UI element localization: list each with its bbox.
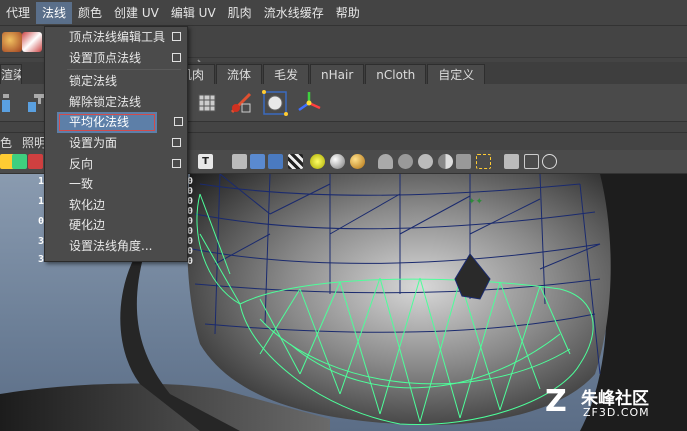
menu-item-lock-normals[interactable]: 锁定法线 — [45, 71, 187, 92]
option-box-icon[interactable] — [174, 117, 183, 127]
tab-nhair[interactable]: nHair — [310, 64, 365, 84]
paint-brush-icon[interactable] — [228, 90, 254, 116]
option-box-icon[interactable] — [172, 32, 181, 41]
tab-fluids[interactable]: 流体 — [216, 64, 263, 84]
wireframe-cube-icon[interactable] — [232, 154, 247, 169]
menu-create-uv[interactable]: 创建 UV — [108, 2, 165, 24]
menu-item-reverse[interactable]: 反向 — [45, 154, 187, 175]
depth-of-field-icon[interactable] — [456, 154, 471, 169]
option-box-icon[interactable] — [172, 137, 181, 147]
menu-item-label: 锁定法线 — [69, 74, 118, 89]
tab-ncloth[interactable]: nCloth — [365, 64, 427, 84]
menu-item-unlock-normals[interactable]: 解除锁定法线 — [45, 92, 187, 113]
share-icon[interactable] — [542, 154, 557, 169]
wireframe-on-shaded-icon[interactable] — [268, 154, 283, 169]
transform-manip-icon[interactable] — [262, 90, 288, 116]
menu-bar: 代理 法线 颜色 创建 UV 编辑 UV 肌肉 流水线缓存 帮助 — [0, 0, 687, 26]
magnet-icon[interactable] — [2, 32, 22, 52]
smooth-shade-icon[interactable] — [250, 154, 265, 169]
menu-item-label: 软化边 — [69, 197, 106, 212]
menu-muscle[interactable]: 肌肉 — [222, 2, 258, 24]
menu-help[interactable]: 帮助 — [330, 2, 366, 24]
xray-joints-icon[interactable] — [504, 154, 519, 169]
watermark-logo: Z — [545, 384, 567, 419]
text-icon[interactable]: T — [198, 154, 213, 169]
tab-rendering[interactable]: 渲染 — [0, 64, 22, 84]
menu-item-soften-edge[interactable]: 软化边 — [45, 195, 187, 216]
ambient-occlusion-icon[interactable] — [398, 154, 413, 169]
menu-item-set-vertex-normal[interactable]: 设置顶点法线 — [45, 48, 187, 69]
tab-fur[interactable]: 毛发 — [263, 64, 310, 84]
normals-dropdown-menu: 顶点法线编辑工具 设置顶点法线 锁定法线 解除锁定法线 平均化法线 设置为面 反… — [44, 26, 188, 262]
all-lights-icon[interactable] — [330, 154, 345, 169]
menu-item-conform[interactable]: 一致 — [45, 174, 187, 195]
menu-pipeline-cache[interactable]: 流水线缓存 — [258, 2, 330, 24]
menu-item-label: 平均化法线 — [69, 115, 130, 130]
move-axis-icon[interactable] — [296, 90, 322, 116]
menu-item-label: 一致 — [69, 177, 94, 192]
menu-item-label: 设置顶点法线 — [69, 50, 142, 65]
xray-icon[interactable] — [378, 154, 393, 169]
isolate-select-icon[interactable] — [476, 154, 491, 169]
menu-item-harden-edge[interactable]: 硬化边 — [45, 215, 187, 236]
bookmark-icon[interactable] — [28, 154, 43, 169]
menu-item-average-normals[interactable]: 平均化法线 — [57, 112, 183, 133]
menu-separator — [67, 69, 181, 71]
xray-components-icon[interactable] — [524, 154, 539, 169]
menu-normals[interactable]: 法线 — [36, 1, 73, 24]
panel-menu-shading[interactable]: 色 — [0, 134, 12, 151]
menu-item-vertex-normal-edit-tool[interactable]: 顶点法线编辑工具 — [45, 27, 187, 48]
menu-item-set-normal-angle[interactable]: 设置法线角度... — [45, 236, 187, 257]
texture-icon[interactable] — [288, 154, 303, 169]
tab-muscle[interactable]: 肌肉 — [185, 64, 215, 84]
menu-proxy[interactable]: 代理 — [0, 2, 36, 24]
menu-item-label: 反向 — [69, 156, 94, 171]
motion-blur-icon[interactable] — [418, 154, 433, 169]
option-box-icon[interactable] — [172, 158, 181, 168]
menu-color[interactable]: 颜色 — [72, 2, 108, 24]
menu-item-label: 设置法线角度... — [69, 238, 153, 253]
snap-icon[interactable] — [22, 32, 42, 52]
grid-cube-icon[interactable] — [194, 90, 220, 116]
default-light-icon[interactable] — [310, 154, 325, 169]
camera-attr-icon[interactable] — [12, 154, 27, 169]
multisample-icon[interactable] — [438, 154, 453, 169]
menu-item-label: 顶点法线编辑工具 — [69, 30, 166, 44]
menu-edit-uv[interactable]: 编辑 UV — [165, 2, 222, 24]
joint-tool-icon[interactable] — [0, 90, 26, 116]
watermark: Z 朱峰社区 ZF3D.COM — [545, 382, 675, 422]
menu-item-label: 解除锁定法线 — [69, 94, 142, 109]
tab-custom[interactable]: 自定义 — [427, 64, 486, 84]
menu-item-label: 硬化边 — [69, 218, 106, 233]
svg-text:✦✦: ✦✦ — [468, 197, 484, 207]
menu-item-label: 设置为面 — [69, 135, 118, 150]
menu-item-set-to-face[interactable]: 设置为面 — [45, 133, 187, 154]
watermark-url: ZF3D.COM — [583, 406, 650, 419]
shadow-icon[interactable] — [350, 154, 365, 169]
option-box-icon[interactable] — [172, 52, 181, 62]
panel-menu-lighting[interactable]: 照明 — [22, 134, 46, 151]
